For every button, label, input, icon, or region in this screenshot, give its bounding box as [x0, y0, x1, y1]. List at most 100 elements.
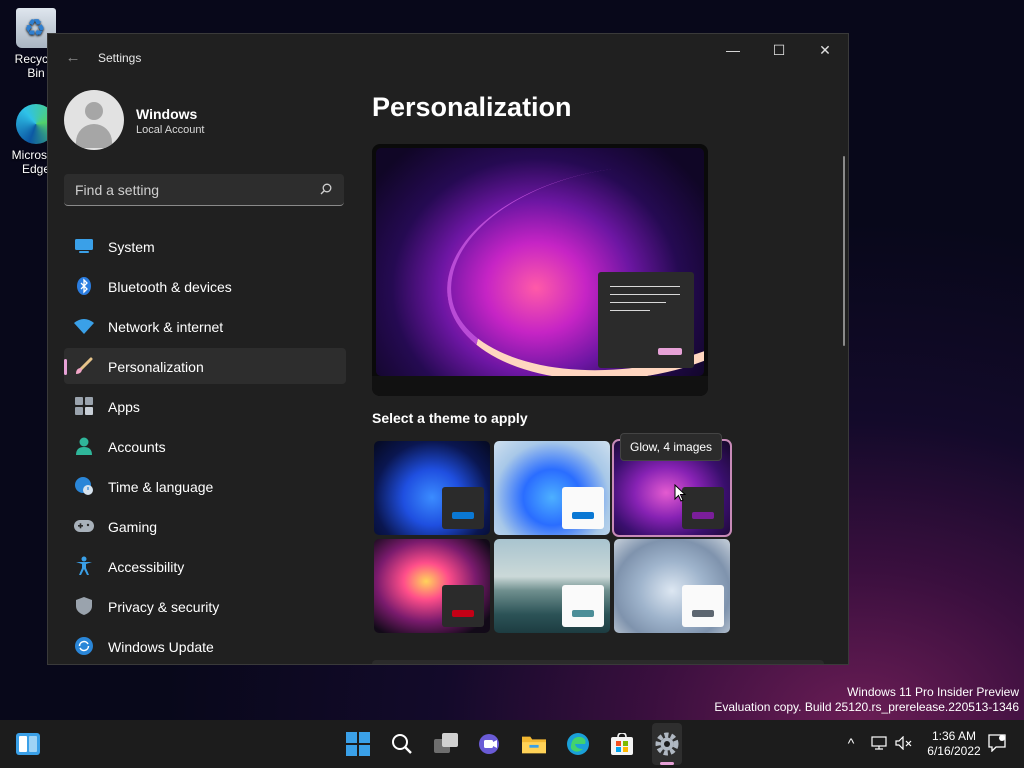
sidebar-nav: System Bluetooth & devices Network & int… — [64, 228, 346, 664]
edge-icon — [567, 733, 589, 755]
notifications-button[interactable] — [988, 734, 1006, 752]
search-input[interactable] — [64, 174, 304, 205]
edge-button[interactable] — [566, 732, 590, 756]
page-title: Personalization — [372, 92, 572, 122]
store-button[interactable] — [610, 732, 634, 756]
shield-icon — [74, 596, 94, 616]
sidebar-item-label: Time & language — [108, 479, 214, 495]
system-clock[interactable]: 1:36 AM 6/16/2022 — [920, 729, 988, 759]
scrollbar[interactable] — [843, 156, 845, 346]
task-view-icon — [434, 733, 458, 753]
user-profile[interactable]: Windows Local Account — [64, 90, 364, 152]
sidebar-item-label: Accounts — [108, 439, 166, 455]
theme-tile-sunrise[interactable] — [494, 539, 610, 633]
search-icon — [392, 734, 412, 754]
start-icon — [346, 732, 370, 756]
network-icon — [871, 736, 887, 750]
theme-tile-captured-motion[interactable] — [374, 539, 490, 633]
brush-icon — [74, 356, 94, 376]
theme-tile-windows-dark[interactable] — [374, 441, 490, 535]
sidebar-item-time-language[interactable]: Time & language — [64, 468, 346, 504]
sidebar-item-personalization[interactable]: Personalization — [64, 348, 346, 384]
sidebar-item-network[interactable]: Network & internet — [64, 308, 346, 344]
person-icon — [74, 436, 94, 456]
monitor-icon — [74, 236, 94, 256]
sidebar-item-gaming[interactable]: Gaming — [64, 508, 346, 544]
volume-muted-icon — [895, 736, 912, 750]
search-box[interactable] — [64, 174, 344, 206]
next-settings-card[interactable] — [372, 660, 824, 664]
sidebar-item-accounts[interactable]: Accounts — [64, 428, 346, 464]
theme-preview — [372, 144, 708, 396]
clock-time: 1:36 AM — [931, 729, 977, 743]
sidebar-item-windows-update[interactable]: Windows Update — [64, 628, 346, 664]
taskbar-search-button[interactable] — [390, 732, 414, 756]
sidebar-item-label: Privacy & security — [108, 599, 220, 615]
settings-window: ← Settings — ☐ ✕ Windows Local Account F… — [47, 33, 849, 665]
file-explorer-button[interactable] — [522, 732, 546, 756]
close-button[interactable]: ✕ — [802, 34, 848, 66]
minimize-icon: — — [726, 42, 740, 58]
preview-window — [598, 272, 694, 368]
maximize-icon: ☐ — [772, 41, 786, 58]
sidebar-item-privacy[interactable]: Privacy & security — [64, 588, 346, 624]
sidebar-item-label: Accessibility — [108, 559, 185, 575]
gamepad-icon — [74, 516, 94, 536]
sidebar-item-bluetooth[interactable]: Bluetooth & devices — [64, 268, 346, 304]
globe-clock-icon — [74, 476, 94, 496]
sidebar-item-label: Windows Update — [108, 639, 214, 655]
avatar — [64, 90, 124, 150]
sidebar-item-label: Bluetooth & devices — [108, 279, 232, 295]
start-button[interactable] — [346, 732, 370, 756]
sidebar-item-system[interactable]: System — [64, 228, 346, 264]
wallpaper-preview — [376, 148, 704, 376]
chat-icon — [479, 734, 499, 754]
sidebar-item-accessibility[interactable]: Accessibility — [64, 548, 346, 584]
show-hidden-icons-button[interactable]: ^ — [842, 734, 860, 752]
sidebar-item-label: Gaming — [108, 519, 158, 535]
file-explorer-icon — [522, 736, 546, 754]
back-button[interactable]: ← — [62, 48, 84, 68]
minimize-button[interactable]: — — [710, 34, 756, 66]
sidebar-item-label: Network & internet — [108, 319, 224, 335]
preview-taskbar — [372, 376, 708, 396]
chevron-up-icon: ^ — [847, 735, 855, 751]
running-indicator — [660, 762, 674, 765]
volume-tray-button[interactable] — [895, 734, 913, 752]
selection-indicator — [64, 359, 67, 375]
store-icon — [611, 733, 633, 755]
profile-account-type: Local Account — [136, 124, 205, 136]
update-icon — [74, 636, 94, 656]
settings-button[interactable] — [655, 732, 679, 756]
sidebar-item-label: System — [108, 239, 155, 255]
chat-button[interactable] — [478, 732, 502, 756]
widgets-button[interactable] — [16, 732, 40, 756]
arrow-left-icon: ← — [65, 49, 81, 66]
wifi-icon — [74, 316, 94, 336]
network-tray-button[interactable] — [870, 734, 888, 752]
bluetooth-icon — [74, 276, 94, 296]
build-watermark: Windows 11 Pro Insider Preview Evaluatio… — [714, 685, 1019, 715]
title-bar[interactable]: ← Settings — ☐ ✕ — [48, 34, 848, 82]
window-title: Settings — [98, 51, 142, 65]
sidebar-item-label: Personalization — [108, 359, 204, 375]
profile-name: Windows — [136, 106, 198, 122]
clock-date: 6/16/2022 — [927, 744, 981, 758]
watermark-line: Windows 11 Pro Insider Preview — [847, 685, 1019, 699]
close-icon: ✕ — [819, 41, 831, 58]
maximize-button[interactable]: ☐ — [756, 34, 802, 66]
theme-grid — [372, 439, 732, 633]
theme-section-label: Select a theme to apply — [372, 410, 528, 426]
watermark-line: Evaluation copy. Build 25120.rs_prerelea… — [714, 700, 1019, 714]
search-icon — [320, 183, 332, 195]
mouse-cursor-icon — [674, 484, 686, 502]
accessibility-icon — [74, 556, 94, 576]
theme-tooltip: Glow, 4 images — [620, 433, 723, 461]
widgets-icon — [16, 733, 40, 755]
task-view-button[interactable] — [434, 732, 458, 756]
theme-tile-flow[interactable] — [614, 539, 730, 633]
theme-tile-windows-light[interactable] — [494, 441, 610, 535]
taskbar: ^ 1:36 AM 6/16/2022 — [0, 720, 1024, 768]
apps-icon — [74, 396, 94, 416]
sidebar-item-apps[interactable]: Apps — [64, 388, 346, 424]
